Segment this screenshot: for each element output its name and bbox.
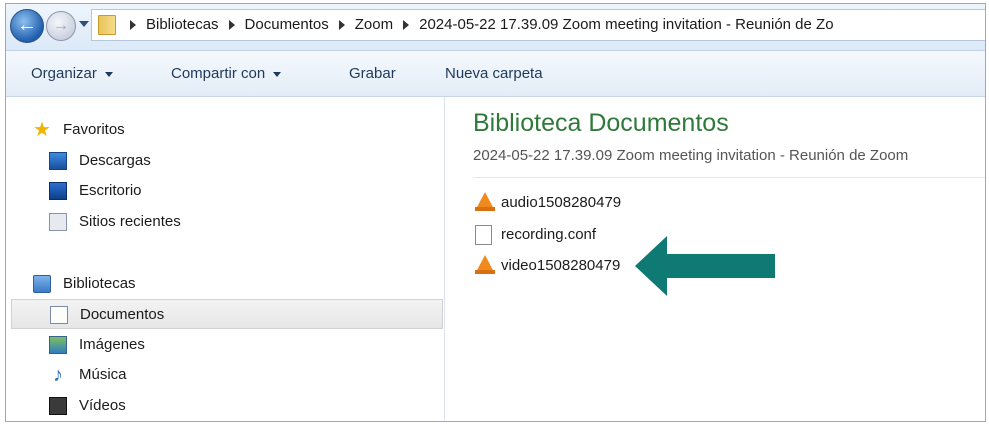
nav-item-escritorio[interactable]: Escritorio	[6, 176, 444, 206]
breadcrumb-item-zoom[interactable]: Zoom	[355, 16, 393, 33]
file-list-pane: Biblioteca Documentos 2024-05-22 17.39.0…	[445, 97, 985, 421]
nav-item-favoritos[interactable]: ★ Favoritos	[6, 115, 444, 145]
nav-item-descargas[interactable]: Descargas	[6, 146, 444, 176]
new-folder-button[interactable]: Nueva carpeta	[445, 51, 543, 96]
vlc-icon	[475, 192, 495, 211]
pictures-icon	[49, 336, 67, 354]
nav-item-label: Bibliotecas	[63, 275, 136, 292]
breadcrumb[interactable]: Bibliotecas Documentos Zoom 2024-05-22 17.3…	[91, 9, 985, 41]
organize-button[interactable]: Organizar	[31, 51, 113, 96]
document-icon	[475, 225, 492, 245]
nav-item-label: Escritorio	[79, 182, 142, 199]
nav-item-bibliotecas[interactable]: Bibliotecas	[6, 269, 444, 299]
libraries-icon	[33, 275, 51, 293]
navigation-pane: ★ Favoritos Descargas Escritorio Sitios …	[6, 97, 445, 421]
nav-item-label: Sitios recientes	[79, 213, 181, 230]
breadcrumb-chevron-icon[interactable]	[403, 20, 410, 31]
address-bar: ← → Bibliotecas Documentos Zoom 2024-05-22 …	[6, 4, 985, 51]
burn-button[interactable]: Grabar	[349, 51, 396, 96]
file-name: video1508280479	[501, 257, 621, 274]
organize-label: Organizar	[31, 65, 97, 82]
folder-icon	[98, 15, 116, 35]
desktop-icon	[49, 182, 67, 200]
nav-item-label: Vídeos	[79, 397, 126, 414]
explorer-window: ← → Bibliotecas Documentos Zoom 2024-05-22 …	[5, 3, 986, 422]
breadcrumb-item-current-folder[interactable]: 2024-05-22 17.39.09 Zoom meeting invitat…	[419, 16, 833, 33]
nav-item-videos[interactable]: Vídeos	[6, 391, 444, 421]
forward-button[interactable]: →	[46, 11, 76, 41]
videos-icon	[49, 397, 67, 415]
breadcrumb-item-documentos[interactable]: Documentos	[245, 16, 329, 33]
library-title: Biblioteca Documentos	[473, 109, 729, 137]
downloads-icon	[49, 152, 67, 170]
breadcrumb-chevron-icon[interactable]	[338, 20, 345, 31]
nav-item-label: Documentos	[80, 306, 165, 323]
vlc-icon	[475, 255, 495, 274]
nav-item-imagenes[interactable]: Imágenes	[6, 330, 444, 360]
new-folder-label: Nueva carpeta	[445, 65, 543, 82]
documents-icon	[50, 306, 68, 324]
music-icon: ♪	[53, 364, 63, 386]
recent-pages-dropdown[interactable]	[79, 21, 89, 27]
annotation-arrow-icon	[635, 236, 775, 296]
divider	[473, 177, 985, 178]
chevron-down-icon	[273, 71, 282, 77]
share-label: Compartir con	[171, 65, 266, 82]
nav-item-musica[interactable]: ♪ Música	[6, 360, 444, 390]
nav-item-label: Música	[79, 366, 127, 383]
breadcrumb-chevron-icon[interactable]	[130, 20, 136, 31]
recent-places-icon	[49, 213, 67, 231]
back-button[interactable]: ←	[10, 9, 44, 43]
chevron-down-icon	[104, 71, 113, 77]
star-icon: ★	[33, 119, 51, 141]
file-name: recording.conf	[501, 226, 597, 243]
nav-item-sitios-recientes[interactable]: Sitios recientes	[6, 207, 444, 237]
breadcrumb-item-bibliotecas[interactable]: Bibliotecas	[146, 16, 219, 33]
nav-item-documentos[interactable]: Documentos	[11, 299, 443, 329]
folder-path-subtitle: 2024-05-22 17.39.09 Zoom meeting invitat…	[473, 147, 909, 164]
nav-item-label: Imágenes	[79, 336, 145, 353]
file-name: audio1508280479	[501, 194, 622, 211]
nav-item-label: Favoritos	[63, 121, 125, 138]
nav-item-label: Descargas	[79, 152, 151, 169]
breadcrumb-chevron-icon[interactable]	[228, 20, 235, 31]
share-button[interactable]: Compartir con	[171, 51, 282, 96]
command-bar: Organizar Compartir con Grabar Nueva car…	[6, 51, 985, 97]
burn-label: Grabar	[349, 65, 396, 82]
